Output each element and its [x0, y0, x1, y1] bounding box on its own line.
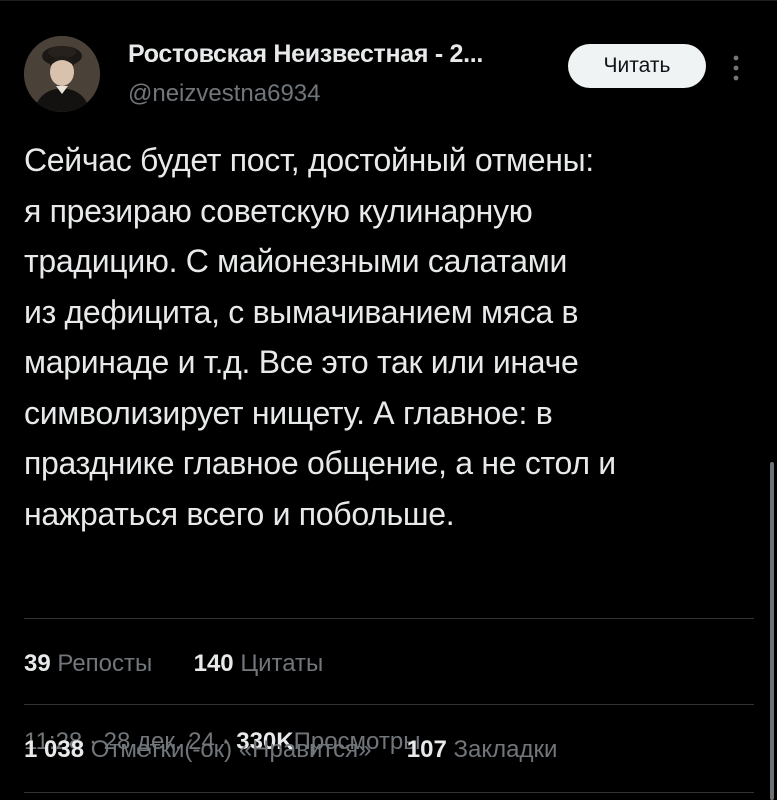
post-text-line: символизирует нищету. А главное: в: [24, 394, 553, 431]
quotes-count: 140: [193, 650, 234, 677]
bookmarks-label: Закладки: [453, 736, 558, 763]
avatar-portrait-icon: [24, 36, 100, 112]
avatar[interactable]: [24, 36, 100, 112]
post-text-line: из дефицита, с вымачиванием мяса в: [24, 293, 579, 330]
author-handle[interactable]: @neizvestna6934: [128, 80, 321, 108]
post-text-line: я презираю советскую кулинарную: [24, 192, 533, 229]
likes-count: 1 038: [24, 736, 85, 763]
post-text-line: традицию. С майонезными салатами: [24, 243, 568, 279]
post-text-line: Сейчас будет пост, достойный отмены:: [24, 142, 594, 178]
stats-row-likes: 1 038 Отметки(-ок) «Нравится» 107 Заклад…: [24, 736, 557, 764]
likes-stat[interactable]: 1 038 Отметки(-ок) «Нравится»: [24, 736, 371, 763]
more-vertical-icon[interactable]: [724, 50, 748, 86]
divider: [24, 704, 754, 705]
author-name[interactable]: Ростовская Неизвестная - 2...: [128, 40, 483, 69]
reposts-count: 39: [24, 650, 51, 677]
likes-label: Отметки(-ок) «Нравится»: [90, 736, 372, 763]
stats-row-reposts: 39 Репосты 140 Цитаты: [24, 650, 323, 678]
quotes-stat[interactable]: 140 Цитаты: [194, 650, 324, 677]
follow-button[interactable]: Читать: [568, 44, 706, 88]
top-divider: [0, 0, 777, 1]
bookmarks-stat[interactable]: 107 Закладки: [407, 736, 558, 763]
reposts-stat[interactable]: 39 Репосты: [24, 650, 152, 677]
scrollbar[interactable]: [770, 462, 774, 800]
divider: [24, 618, 754, 619]
divider: [24, 792, 754, 793]
post-header: Ростовская Неизвестная - 2... @neizvestn…: [24, 36, 754, 116]
quotes-label: Цитаты: [240, 650, 324, 677]
reposts-label: Репосты: [57, 650, 153, 677]
post-text: Сейчас будет пост, достойный отмены: я п…: [24, 135, 744, 539]
post-text-line: маринаде и т.д. Все это так или иначе: [24, 344, 579, 380]
bookmarks-count: 107: [406, 736, 447, 763]
post-text-line: нажраться всего и побольше.: [24, 495, 455, 532]
post-text-line: празднике главное общение, а не стол и: [24, 445, 616, 481]
